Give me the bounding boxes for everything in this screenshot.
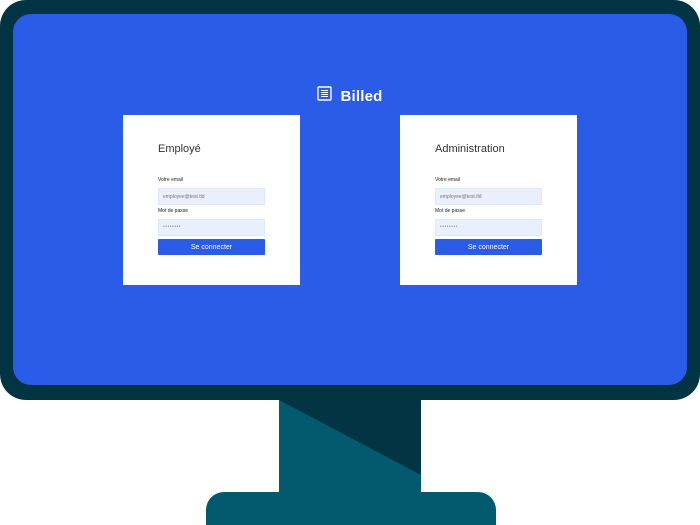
admin-login-card: Administration Votre email Mot de passe … (400, 115, 577, 285)
employee-email-input[interactable] (158, 188, 265, 205)
employee-login-button[interactable]: Se connecter (158, 239, 265, 255)
admin-card-title: Administration (435, 143, 505, 155)
monitor-frame: Billed Employé Votre email Mot de passe … (0, 0, 700, 400)
employee-login-card: Employé Votre email Mot de passe •••••••… (123, 115, 300, 285)
admin-password-input[interactable]: •••••••• (435, 219, 542, 236)
employee-email-label: Votre email (158, 177, 184, 183)
employee-password-label: Mot de passe (158, 208, 189, 214)
brand-header: Billed (13, 86, 687, 106)
admin-login-button[interactable]: Se connecter (435, 239, 542, 255)
admin-email-label: Votre email (435, 177, 461, 183)
brand-title: Billed (340, 87, 383, 105)
monitor-base (206, 492, 496, 525)
admin-password-label: Mot de passe (435, 208, 466, 214)
screen: Billed Employé Votre email Mot de passe … (13, 14, 687, 385)
employee-card-title: Employé (158, 143, 201, 155)
monitor-neck (279, 400, 421, 492)
employee-password-input[interactable]: •••••••• (158, 219, 265, 236)
admin-email-input[interactable] (435, 188, 542, 205)
document-list-icon (317, 86, 333, 106)
